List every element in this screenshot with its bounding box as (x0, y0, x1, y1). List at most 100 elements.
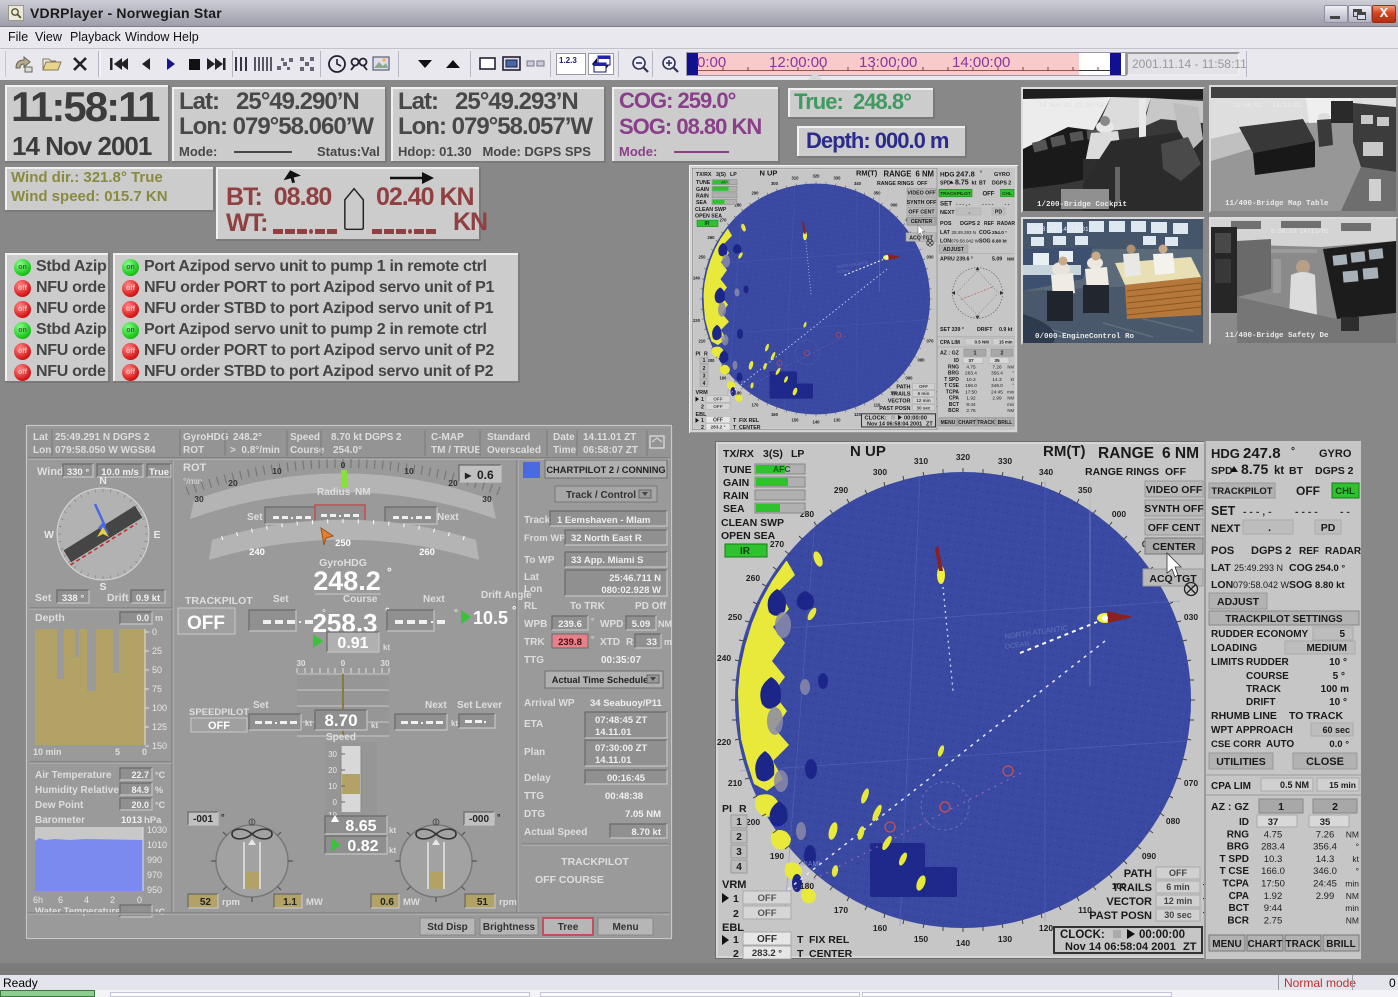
svg-text:970: 970 (147, 870, 162, 880)
svg-text:51: 51 (477, 897, 489, 908)
svg-text:Lon: Lon (524, 584, 542, 595)
svg-text:°C: °C (155, 907, 166, 917)
svg-text:Humidity Relative: Humidity Relative (35, 785, 119, 796)
svg-text:%: % (155, 785, 163, 795)
svg-text:Brightness: Brightness (483, 922, 536, 933)
svg-text:0.82: 0.82 (347, 838, 378, 855)
svg-text:N: N (99, 475, 107, 487)
svg-text:260: 260 (419, 547, 435, 558)
svg-text:Lat: Lat (524, 572, 540, 583)
svg-text:080:02.928 W: 080:02.928 W (601, 585, 661, 596)
svg-text:°: ° (454, 608, 458, 619)
svg-text:m: m (155, 613, 163, 623)
svg-text:NM: NM (355, 487, 371, 498)
svg-text:0.6: 0.6 (380, 897, 394, 908)
svg-text:RL: RL (524, 601, 537, 612)
svg-text:25:46.711 N: 25:46.711 N (609, 573, 661, 584)
svg-text:240: 240 (249, 547, 265, 558)
svg-text:8.65: 8.65 (345, 818, 376, 835)
svg-text:0.9 kt: 0.9 kt (999, 327, 1013, 333)
svg-text:338 °: 338 ° (62, 593, 84, 604)
svg-text:14.11.01 ZT: 14.11.01 ZT (583, 432, 636, 443)
svg-text:0/000-EngineControl Ro: 0/000-EngineControl Ro (1035, 333, 1135, 341)
svg-text:50: 50 (152, 665, 162, 675)
svg-text:Standard: Standard (487, 432, 530, 443)
svg-text:Wind: Wind (37, 466, 64, 478)
svg-text:Lon: Lon (33, 445, 51, 456)
svg-text:Speed: Speed (290, 432, 320, 443)
svg-text:Actual Time Schedule: Actual Time Schedule (552, 675, 648, 685)
svg-text:4: 4 (84, 895, 89, 905)
svg-text:Next: Next (423, 594, 445, 605)
svg-text:00:16:45: 00:16:45 (607, 773, 646, 784)
svg-text:Set: Set (247, 512, 263, 523)
svg-text:125: 125 (152, 722, 167, 732)
svg-text:°C: °C (155, 770, 166, 780)
svg-text:52: 52 (200, 897, 212, 908)
svg-text:WPB: WPB (524, 619, 547, 630)
svg-text:07:30:00 ZT: 07:30:00 ZT (595, 743, 647, 754)
svg-text:ROT: ROT (183, 462, 207, 474)
svg-text:20: 20 (448, 478, 458, 488)
svg-text:Std Disp: Std Disp (427, 922, 468, 933)
svg-text:Overscaled: Overscaled (487, 445, 541, 456)
svg-text:33 App. Miami S: 33 App. Miami S (571, 555, 644, 566)
svg-text:6h: 6h (33, 895, 43, 905)
svg-text:APRU 239.6 °: APRU 239.6 ° (940, 257, 973, 263)
svg-text:TRACKPILOT: TRACKPILOT (185, 595, 253, 607)
svg-text:°: ° (387, 565, 392, 579)
svg-text:14 Nov 01 11:58:03: 14 Nov 01 11:58:03 (1039, 102, 1104, 109)
svg-text:248.2°: 248.2° (233, 432, 262, 443)
svg-text:150: 150 (152, 741, 167, 751)
svg-text:kt: kt (451, 719, 458, 728)
svg-text:Set: Set (273, 594, 289, 605)
svg-text:R: R (626, 637, 634, 648)
svg-text:OFF: OFF (208, 720, 230, 732)
svg-text:330 °: 330 ° (67, 467, 89, 478)
svg-text:NM: NM (658, 619, 672, 629)
svg-text:▶: ▶ (464, 471, 472, 480)
svg-text:10.0 m/s: 10.0 m/s (101, 467, 139, 478)
svg-text:S: S (99, 581, 106, 593)
svg-text:°: ° (497, 812, 501, 822)
svg-text:TTG: TTG (524, 655, 544, 666)
svg-text:Course: Course (343, 594, 378, 605)
svg-text:0: 0 (341, 460, 346, 470)
svg-text:Tree: Tree (558, 922, 579, 933)
svg-text:254.0°: 254.0° (333, 445, 362, 456)
svg-text:1013: 1013 (121, 815, 142, 826)
svg-text:239.6: 239.6 (558, 619, 582, 630)
svg-text:11:58:02 - 14/11/01: 11:58:02 - 14/11/01 (1233, 102, 1302, 109)
svg-text:rpm: rpm (222, 897, 240, 908)
svg-text:990: 990 (147, 855, 162, 865)
svg-text:10: 10 (328, 782, 337, 791)
svg-text:TRACKPILOT: TRACKPILOT (940, 191, 971, 197)
svg-text:0: 0 (152, 627, 157, 637)
svg-text:Arrival WP: Arrival WP (524, 698, 575, 709)
svg-text:1.1: 1.1 (283, 897, 297, 908)
svg-text:kt: kt (305, 719, 312, 728)
svg-text:Actual Speed: Actual Speed (524, 827, 587, 838)
svg-text:To WP: To WP (524, 555, 555, 566)
svg-text:Next: Next (437, 512, 459, 523)
svg-text:75: 75 (152, 684, 162, 694)
svg-text:Radius: Radius (317, 487, 351, 498)
svg-text:20: 20 (228, 478, 238, 488)
svg-text:25:49.291 N DGPS 2: 25:49.291 N DGPS 2 (55, 432, 150, 443)
svg-text:1 Eemshaven - MIam: 1 Eemshaven - MIam (557, 515, 650, 526)
svg-text:W: W (44, 529, 54, 541)
svg-text:NM: NM (1007, 257, 1014, 262)
svg-text:XTD: XTD (600, 637, 620, 648)
svg-text:m: m (664, 637, 672, 647)
svg-text:°: ° (591, 635, 594, 644)
svg-text:SPEEDPILOT: SPEEDPILOT (189, 707, 249, 718)
svg-text:10 min: 10 min (33, 747, 62, 757)
svg-text:kt: kt (371, 721, 378, 730)
svg-text:33: 33 (646, 637, 657, 648)
svg-text:2: 2 (110, 895, 115, 905)
svg-text:DRIFT: DRIFT (977, 327, 993, 333)
svg-text:5: 5 (115, 747, 120, 757)
svg-text:Speed: Speed (326, 732, 356, 743)
svg-text:100: 100 (152, 703, 167, 713)
svg-text:TM / TRUE: TM / TRUE (431, 445, 481, 456)
